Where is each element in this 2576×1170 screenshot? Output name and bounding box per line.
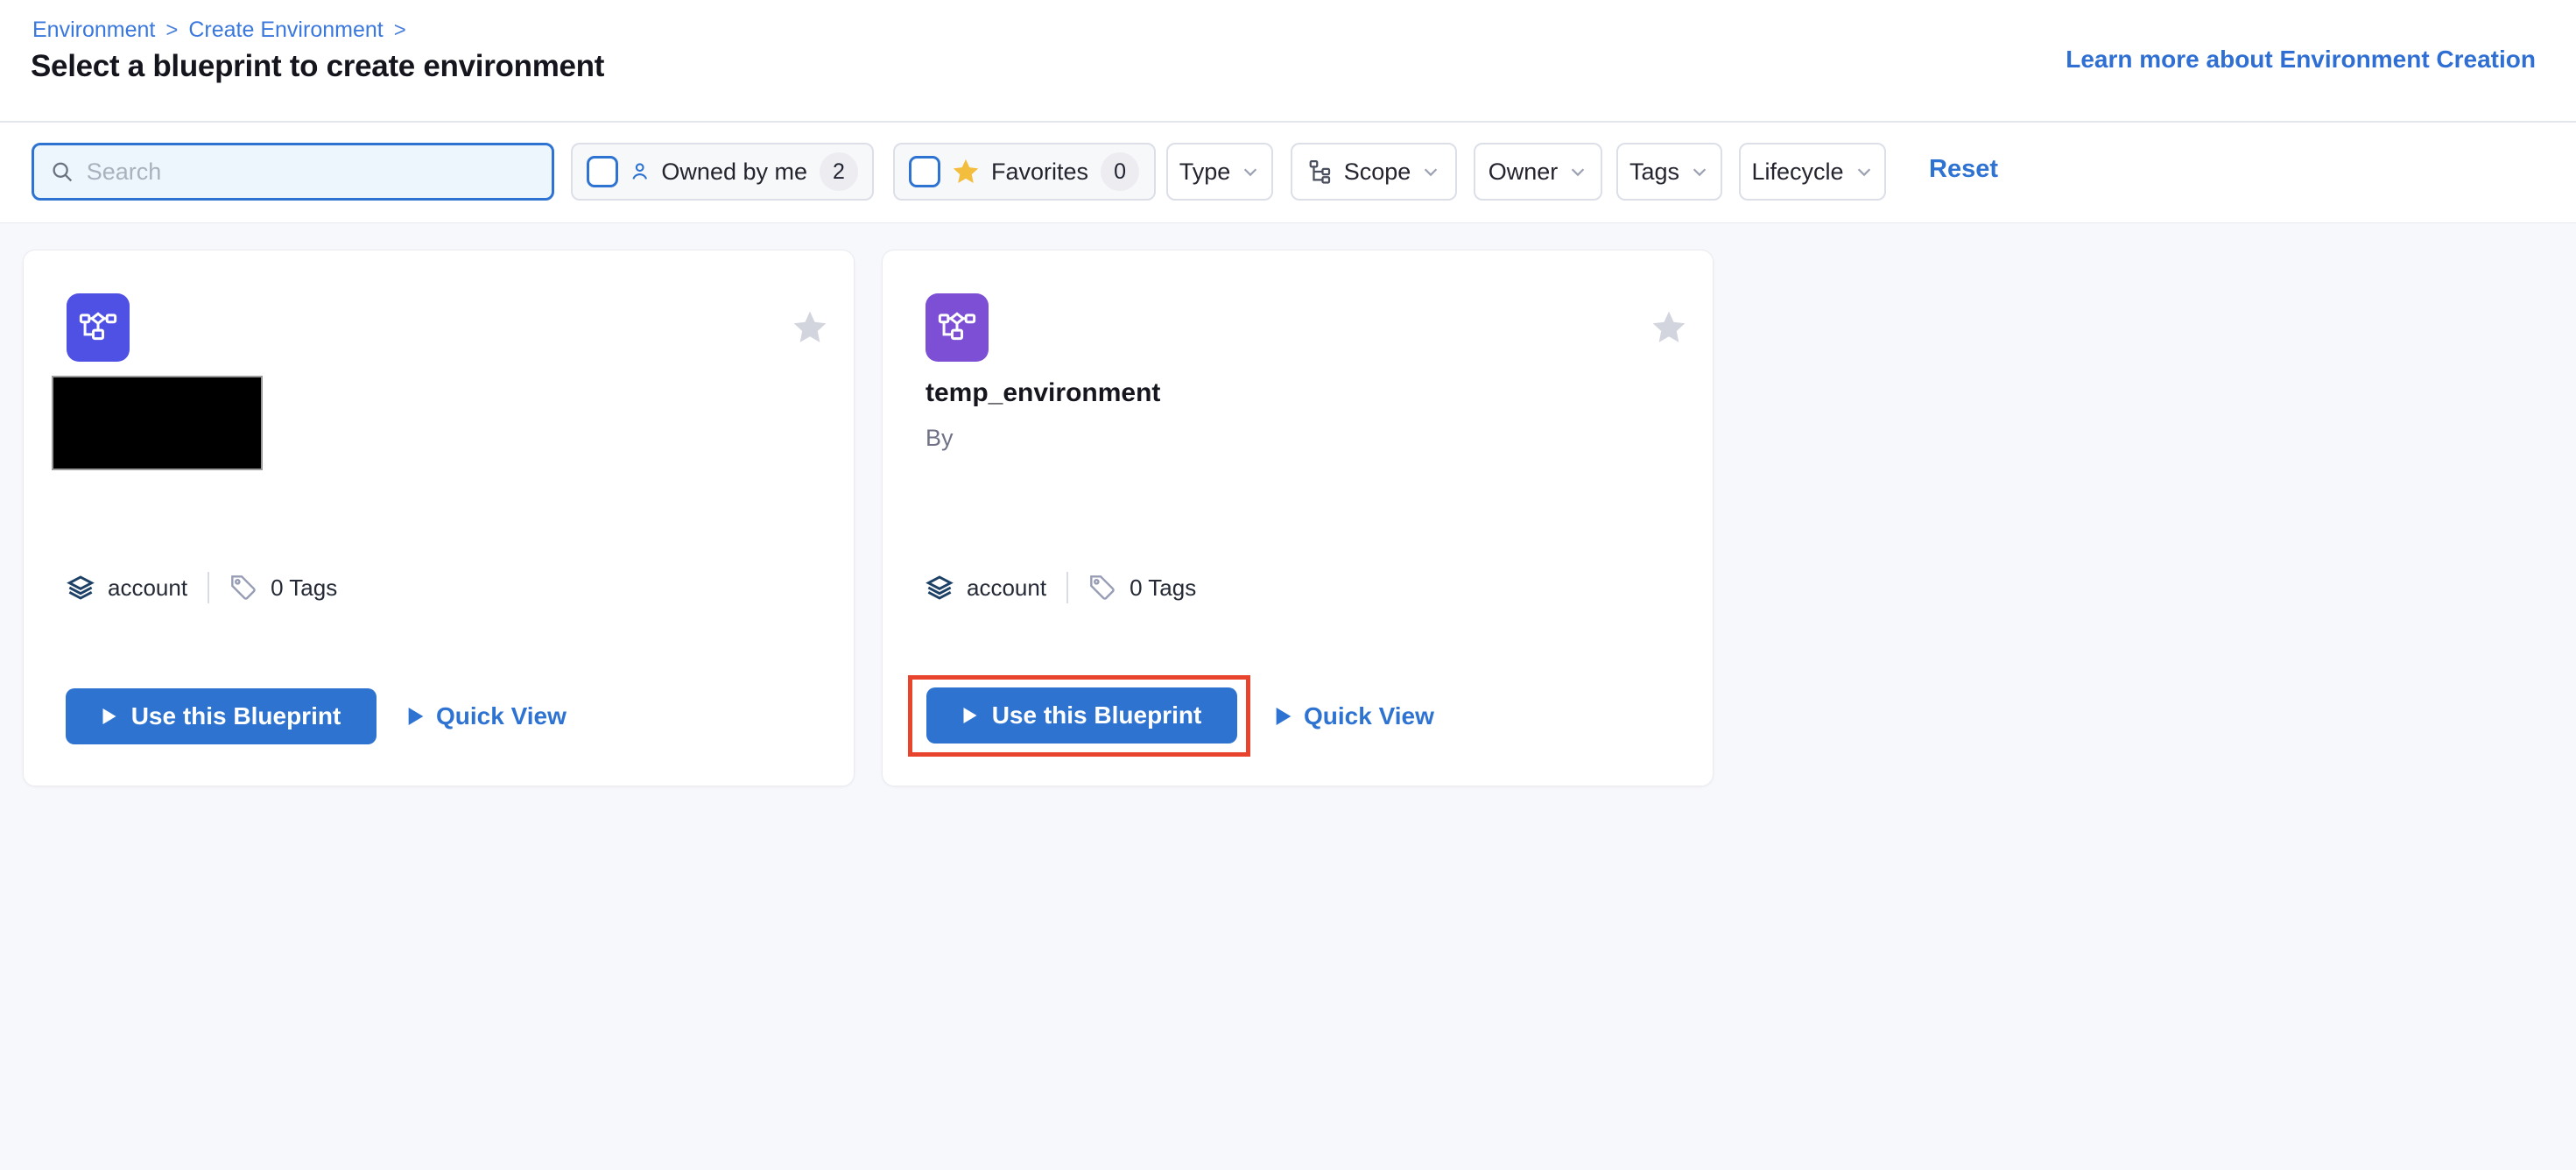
meta-divider	[1066, 572, 1068, 603]
tags-count-label: 0 Tags	[1130, 574, 1196, 602]
favorites-filter[interactable]: Favorites 0	[893, 143, 1156, 201]
quick-view-label: Quick View	[436, 702, 567, 730]
favorites-count-badge: 0	[1101, 152, 1139, 191]
magnifier-icon	[50, 159, 74, 185]
favorites-checkbox[interactable]	[909, 156, 940, 187]
filter-bar: Owned by me 2 Favorites 0 Type Scope Own…	[0, 143, 2576, 201]
breadcrumb-separator: >	[394, 18, 406, 43]
scope-label: account	[108, 574, 187, 602]
layers-icon	[67, 574, 95, 602]
redacted-blueprint-name	[52, 376, 263, 470]
layers-icon	[926, 574, 954, 602]
favorite-star-icon[interactable]	[1650, 308, 1688, 347]
filter-dropdown-lifecycle[interactable]: Lifecycle	[1739, 143, 1886, 201]
learn-more-link[interactable]: Learn more about Environment Creation	[2066, 46, 2536, 74]
play-icon	[962, 706, 978, 725]
breadcrumb-separator: >	[165, 18, 178, 43]
blueprint-workflow-icon	[67, 293, 130, 362]
use-this-blueprint-button[interactable]: Use this Blueprint	[66, 688, 377, 744]
meta-divider	[208, 572, 209, 603]
owner-dropdown-label: Owner	[1489, 159, 1559, 186]
chevron-down-icon	[1241, 162, 1260, 181]
card-meta-row: account 0 Tags	[67, 571, 337, 604]
play-icon	[1275, 706, 1292, 727]
use-this-blueprint-label: Use this Blueprint	[131, 702, 341, 730]
scope-label: account	[967, 574, 1046, 602]
chevron-down-icon	[1568, 162, 1587, 181]
breadcrumb-item-create-environment[interactable]: Create Environment	[188, 18, 383, 43]
blueprint-author-label: By	[926, 425, 954, 452]
filter-dropdown-owner[interactable]: Owner	[1474, 143, 1602, 201]
card-meta-row: account 0 Tags	[926, 571, 1196, 604]
favorites-label: Favorites	[991, 159, 1088, 186]
play-icon	[102, 707, 117, 726]
tag-icon	[229, 574, 257, 602]
search-input[interactable]	[87, 159, 536, 186]
scope-dropdown-label: Scope	[1344, 159, 1411, 186]
use-this-blueprint-label: Use this Blueprint	[992, 701, 1202, 729]
filter-dropdown-tags[interactable]: Tags	[1616, 143, 1722, 201]
use-this-blueprint-button[interactable]: Use this Blueprint	[926, 687, 1237, 744]
type-dropdown-label: Type	[1179, 159, 1231, 186]
favorite-star-icon[interactable]	[791, 308, 829, 347]
blueprint-name: temp_environment	[926, 378, 1160, 408]
owned-by-me-label: Owned by me	[661, 159, 807, 186]
page: Environment > Create Environment > Selec…	[0, 0, 2576, 1170]
lifecycle-dropdown-label: Lifecycle	[1751, 159, 1843, 186]
owned-by-me-count-badge: 2	[820, 152, 858, 191]
breadcrumb: Environment > Create Environment >	[32, 18, 406, 43]
page-title: Select a blueprint to create environment	[31, 49, 604, 84]
person-icon	[629, 159, 651, 185]
breadcrumb-item-environment[interactable]: Environment	[32, 18, 155, 43]
chevron-down-icon	[1421, 162, 1440, 181]
tags-dropdown-label: Tags	[1629, 159, 1679, 186]
search-input-container[interactable]	[32, 143, 554, 201]
hierarchy-icon	[1307, 159, 1334, 185]
blueprint-workflow-icon	[926, 293, 989, 362]
owned-by-me-filter[interactable]: Owned by me 2	[571, 143, 874, 201]
reset-filters-button[interactable]: Reset	[1929, 155, 1998, 184]
quick-view-label: Quick View	[1304, 702, 1434, 730]
quick-view-link[interactable]: Quick View	[407, 702, 567, 730]
blueprint-card: account 0 Tags Use this Blueprint Quick …	[23, 250, 855, 786]
blueprint-card: temp_environment By account 0 Tags Use t…	[882, 250, 1714, 786]
owned-by-me-checkbox[interactable]	[587, 156, 618, 187]
play-icon	[407, 706, 425, 727]
chevron-down-icon	[1855, 162, 1874, 181]
tag-icon	[1088, 574, 1116, 602]
quick-view-link[interactable]: Quick View	[1275, 702, 1434, 730]
chevron-down-icon	[1690, 162, 1709, 181]
header-divider	[0, 121, 2576, 123]
filter-dropdown-type[interactable]: Type	[1166, 143, 1273, 201]
filter-dropdown-scope[interactable]: Scope	[1291, 143, 1457, 201]
gold-star-icon	[951, 157, 981, 187]
tags-count-label: 0 Tags	[271, 574, 337, 602]
